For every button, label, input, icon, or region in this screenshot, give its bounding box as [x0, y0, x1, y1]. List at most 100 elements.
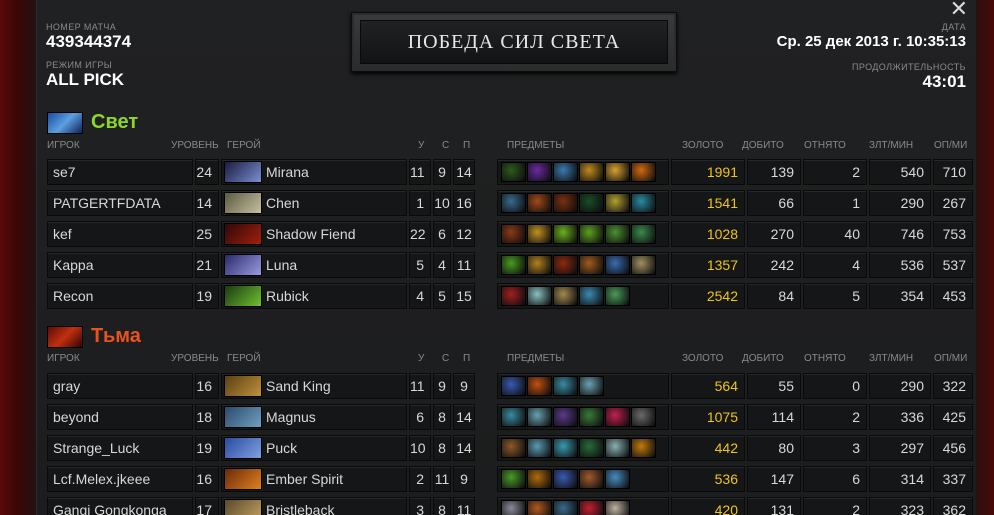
item-icon[interactable] [605, 438, 630, 458]
column-header-player[interactable]: ИГРОК [47, 140, 80, 151]
item-icon[interactable] [501, 255, 526, 275]
column-header-xpm[interactable]: ОП/МИ [934, 353, 967, 364]
item-icon[interactable] [579, 469, 604, 489]
close-icon[interactable]: ✕ [950, 0, 968, 22]
item-icon[interactable] [501, 407, 526, 427]
item-icon[interactable] [501, 286, 526, 306]
item-icon[interactable] [527, 224, 552, 244]
hero-portrait[interactable] [224, 192, 262, 214]
player-row[interactable]: kef 25 Shadow Fiend 22 6 12 1028 270 40 746 753 [47, 221, 973, 247]
item-icon[interactable] [579, 376, 604, 396]
item-icon[interactable] [501, 376, 526, 396]
item-icon[interactable] [501, 193, 526, 213]
item-icon[interactable] [605, 224, 630, 244]
player-row[interactable]: Gangi Gongkonga 17 Bristleback 3 8 11 420 131 2 3… [47, 497, 973, 515]
column-header-player[interactable]: ИГРОК [47, 353, 80, 364]
player-name[interactable]: kef [47, 221, 193, 247]
player-name[interactable]: gray [47, 373, 193, 399]
column-header-last-hits[interactable]: ДОБИТО [742, 140, 784, 151]
item-icon[interactable] [553, 500, 578, 515]
column-header-deaths[interactable]: С [442, 140, 449, 151]
hero-cell[interactable]: Luna [221, 252, 407, 278]
hero-portrait[interactable] [224, 437, 262, 459]
item-icon[interactable] [605, 469, 630, 489]
item-icon[interactable] [553, 193, 578, 213]
column-header-denies[interactable]: ОТНЯТО [804, 140, 846, 151]
item-icon[interactable] [527, 469, 552, 489]
hero-portrait[interactable] [224, 406, 262, 428]
player-row[interactable]: Strange_Luck 19 Puck 10 8 14 442 80 3 297 456 [47, 435, 973, 461]
hero-cell[interactable]: Bristleback [221, 497, 407, 515]
column-header-kills[interactable]: У [418, 353, 424, 364]
player-name[interactable]: Kappa [47, 252, 193, 278]
item-icon[interactable] [579, 255, 604, 275]
item-icon[interactable] [501, 469, 526, 489]
player-row[interactable]: Lcf.Melex.jkeee 16 Ember Spirit 2 11 9 536 147 6… [47, 466, 973, 492]
player-row[interactable]: beyond 18 Magnus 6 8 14 1075 114 2 336 425 [47, 404, 973, 430]
hero-cell[interactable]: Sand King [221, 373, 407, 399]
item-icon[interactable] [605, 193, 630, 213]
column-header-level[interactable]: УРОВЕНЬ [171, 140, 219, 151]
player-name[interactable]: beyond [47, 404, 193, 430]
column-header-gold[interactable]: ЗОЛОТО [682, 140, 723, 151]
item-icon[interactable] [527, 500, 552, 515]
column-header-xpm[interactable]: ОП/МИ [934, 140, 967, 151]
item-icon[interactable] [631, 224, 656, 244]
player-row[interactable]: PATGERTFDATA 14 Chen 1 10 16 1541 66 1 290 267 [47, 190, 973, 216]
column-header-assists[interactable]: П [463, 353, 470, 364]
player-name[interactable]: Gangi Gongkonga [47, 497, 193, 515]
hero-cell[interactable]: Puck [221, 435, 407, 461]
player-row[interactable]: Kappa 21 Luna 5 4 11 1357 242 4 536 537 [47, 252, 973, 278]
item-icon[interactable] [553, 255, 578, 275]
item-icon[interactable] [527, 286, 552, 306]
item-icon[interactable] [501, 224, 526, 244]
item-icon[interactable] [501, 500, 526, 515]
player-name[interactable]: se7 [47, 159, 193, 185]
column-header-assists[interactable]: П [463, 140, 470, 151]
item-icon[interactable] [527, 255, 552, 275]
item-icon[interactable] [579, 162, 604, 182]
column-header-denies[interactable]: ОТНЯТО [804, 353, 846, 364]
item-icon[interactable] [553, 224, 578, 244]
hero-portrait[interactable] [224, 223, 262, 245]
hero-cell[interactable]: Magnus [221, 404, 407, 430]
item-icon[interactable] [501, 438, 526, 458]
column-header-items[interactable]: ПРЕДМЕТЫ [507, 353, 564, 364]
item-icon[interactable] [553, 469, 578, 489]
hero-portrait[interactable] [224, 375, 262, 397]
hero-cell[interactable]: Rubick [221, 283, 407, 309]
item-icon[interactable] [605, 500, 630, 515]
column-header-gold[interactable]: ЗОЛОТО [682, 353, 723, 364]
hero-portrait[interactable] [224, 161, 262, 183]
item-icon[interactable] [605, 255, 630, 275]
item-icon[interactable] [553, 376, 578, 396]
item-icon[interactable] [631, 407, 656, 427]
hero-portrait[interactable] [224, 285, 262, 307]
item-icon[interactable] [579, 286, 604, 306]
item-icon[interactable] [605, 162, 630, 182]
item-icon[interactable] [579, 193, 604, 213]
player-name[interactable]: PATGERTFDATA [47, 190, 193, 216]
player-row[interactable]: Recon 19 Rubick 4 5 15 2542 84 5 354 453 [47, 283, 973, 309]
column-header-gpm[interactable]: ЗЛТ/МИН [869, 140, 913, 151]
item-icon[interactable] [527, 407, 552, 427]
player-name[interactable]: Recon [47, 283, 193, 309]
hero-portrait[interactable] [224, 499, 262, 515]
item-icon[interactable] [527, 193, 552, 213]
item-icon[interactable] [553, 407, 578, 427]
player-row[interactable]: gray 16 Sand King 11 9 9 564 55 0 290 322 [47, 373, 973, 399]
item-icon[interactable] [553, 162, 578, 182]
hero-cell[interactable]: Chen [221, 190, 407, 216]
hero-cell[interactable]: Ember Spirit [221, 466, 407, 492]
column-header-items[interactable]: ПРЕДМЕТЫ [507, 140, 564, 151]
column-header-kills[interactable]: У [418, 140, 424, 151]
item-icon[interactable] [605, 286, 630, 306]
column-header-hero[interactable]: ГЕРОЙ [227, 353, 261, 364]
column-header-hero[interactable]: ГЕРОЙ [227, 140, 261, 151]
item-icon[interactable] [501, 162, 526, 182]
item-icon[interactable] [527, 162, 552, 182]
item-icon[interactable] [579, 438, 604, 458]
hero-cell[interactable]: Mirana [221, 159, 407, 185]
column-header-deaths[interactable]: С [442, 353, 449, 364]
hero-portrait[interactable] [224, 468, 262, 490]
